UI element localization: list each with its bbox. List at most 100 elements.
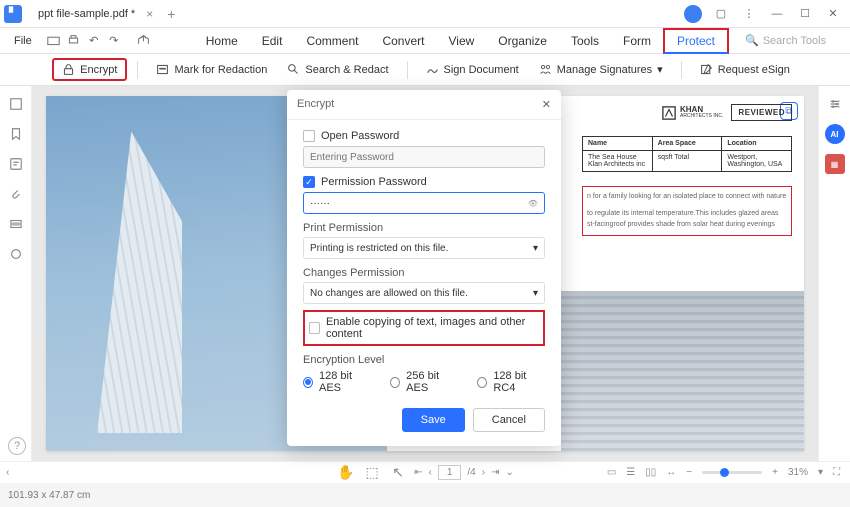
doc-body-2: to regulate its internal temperature.Thi… [587, 208, 787, 230]
view-two-icon[interactable]: ▯▯ [645, 467, 656, 478]
dialog-titlebar: Encrypt ✕ [287, 90, 561, 120]
share-icon[interactable] [134, 31, 154, 51]
cancel-button[interactable]: Cancel [473, 408, 545, 432]
last-page-icon[interactable]: ⇥ [491, 467, 499, 478]
tab-title: ppt file-sample.pdf * [38, 8, 135, 20]
lock-icon [62, 63, 75, 76]
enable-copy-label: Enable copying of text, images and other… [326, 316, 539, 340]
fit-width-icon[interactable]: ↔ [666, 467, 676, 478]
more-icon[interactable]: ⋮ [736, 1, 762, 27]
manage-sig-icon [539, 63, 552, 76]
eye-icon[interactable]: 👁 [528, 199, 538, 208]
menu-organize[interactable]: Organize [486, 30, 559, 52]
doc-header: KHAN ARCHITECTS INC. REVIEWED [662, 104, 792, 121]
document-tab[interactable]: ppt file-sample.pdf * × [28, 4, 159, 24]
help-icon[interactable]: ? [8, 437, 26, 455]
settings-icon[interactable] [825, 94, 845, 114]
close-tab-icon[interactable]: × [146, 7, 153, 21]
add-tab-button[interactable]: + [167, 6, 175, 22]
page-number-input[interactable]: 1 [438, 465, 462, 480]
scroll-left-icon[interactable]: ‹ [6, 467, 9, 478]
enc-128rc4-radio[interactable]: 128 bit RC4 [477, 370, 545, 394]
open-password-checkbox[interactable]: Open Password [303, 130, 545, 142]
print-permission-select[interactable]: Printing is restricted on this file. ▾ [303, 237, 545, 259]
permission-password-label: Permission Password [321, 176, 427, 188]
search-tools[interactable]: 🔍 Search Tools [745, 34, 826, 47]
zoom-value: 31% [788, 467, 808, 478]
maximize-button[interactable]: ☐ [792, 1, 818, 27]
encryption-radio-group: 128 bit AES 256 bit AES 128 bit RC4 [303, 370, 545, 394]
menu-convert[interactable]: Convert [370, 30, 436, 52]
app-tile-icon[interactable]: ▦ [825, 154, 845, 174]
menu-comment[interactable]: Comment [294, 30, 370, 52]
chevron-down-icon[interactable]: ▾ [818, 467, 823, 478]
request-esign-button[interactable]: Request eSign [692, 60, 798, 79]
file-menu[interactable]: File [6, 32, 40, 50]
manage-signatures-label: Manage Signatures [557, 64, 652, 76]
bookmark-icon[interactable] [6, 124, 26, 144]
info-h-loc: Location [722, 137, 791, 150]
radio-icon [390, 377, 400, 388]
zoom-in-icon[interactable]: + [772, 467, 778, 478]
menu-form[interactable]: Form [611, 30, 663, 52]
encryption-level-label: Encryption Level [303, 354, 545, 366]
permission-password-value: ······ [310, 198, 330, 209]
hand-tool-icon[interactable]: ✋ [336, 463, 356, 483]
right-sidebar: AI ▦ [818, 86, 850, 461]
chevron-down-icon: ▾ [533, 243, 538, 254]
comments-icon[interactable] [6, 154, 26, 174]
print-icon[interactable] [64, 31, 84, 51]
left-sidebar [0, 86, 32, 461]
zoom-slider[interactable] [702, 471, 762, 474]
permission-password-input[interactable]: ······ 👁 [303, 192, 545, 214]
cursor-tool-icon[interactable]: ↖ [388, 463, 408, 483]
changes-permission-select[interactable]: No changes are allowed on this file. ▾ [303, 282, 545, 304]
ai-icon[interactable]: AI [825, 124, 845, 144]
mark-redaction-button[interactable]: Mark for Redaction [148, 60, 275, 79]
permission-password-checkbox[interactable]: ✓ Permission Password [303, 176, 545, 188]
prev-page-icon[interactable]: ‹ [429, 467, 432, 478]
enc-128aes-radio[interactable]: 128 bit AES [303, 370, 370, 394]
close-window-button[interactable]: ✕ [820, 1, 846, 27]
encrypt-button[interactable]: Encrypt [52, 58, 127, 81]
manage-signatures-button[interactable]: Manage Signatures ▾ [531, 60, 671, 79]
undo-icon[interactable]: ↶ [84, 31, 104, 51]
fields-icon[interactable] [6, 214, 26, 234]
minimize-button[interactable]: — [764, 1, 790, 27]
logo-mark-icon [662, 106, 676, 120]
window-layout-icon[interactable]: ▢ [708, 1, 734, 27]
info-h-name: Name [583, 137, 653, 150]
menu-protect[interactable]: Protect [663, 28, 729, 54]
dialog-close-icon[interactable]: ✕ [542, 98, 551, 111]
next-page-icon[interactable]: › [482, 467, 485, 478]
avatar[interactable] [680, 1, 706, 27]
redo-icon[interactable]: ↷ [104, 31, 124, 51]
zoom-out-icon[interactable]: − [686, 467, 692, 478]
first-page-icon[interactable]: ⇤ [414, 467, 422, 478]
checkbox-icon [303, 130, 315, 142]
select-tool-icon[interactable]: ⬚ [362, 463, 382, 483]
thumbnails-icon[interactable] [6, 94, 26, 114]
sign-document-button[interactable]: Sign Document [418, 60, 527, 79]
search-placeholder: Search Tools [763, 35, 826, 47]
separator [681, 61, 682, 79]
menu-edit[interactable]: Edit [250, 30, 295, 52]
attachments-icon[interactable] [6, 184, 26, 204]
save-button[interactable]: Save [402, 408, 465, 432]
layers-icon[interactable] [6, 244, 26, 264]
menu-view[interactable]: View [436, 30, 486, 52]
search-redact-button[interactable]: Search & Redact [279, 60, 396, 79]
enc-256aes-radio[interactable]: 256 bit AES [390, 370, 457, 394]
view-single-icon[interactable]: ▭ [607, 467, 616, 478]
fullscreen-icon[interactable]: ⛶ [833, 467, 840, 478]
scroll-down-icon[interactable]: ⌄ [505, 467, 513, 478]
enable-copy-checkbox[interactable]: Enable copying of text, images and other… [309, 316, 539, 340]
sign-document-label: Sign Document [444, 64, 519, 76]
menu-tools[interactable]: Tools [559, 30, 611, 52]
radio-selected-icon [303, 377, 313, 388]
main-menu: Home Edit Comment Convert View Organize … [194, 28, 729, 54]
menu-home[interactable]: Home [194, 30, 250, 52]
view-continuous-icon[interactable]: ☰ [626, 467, 635, 478]
open-icon[interactable] [44, 31, 64, 51]
doc-logo2: REVIEWED [731, 104, 792, 121]
